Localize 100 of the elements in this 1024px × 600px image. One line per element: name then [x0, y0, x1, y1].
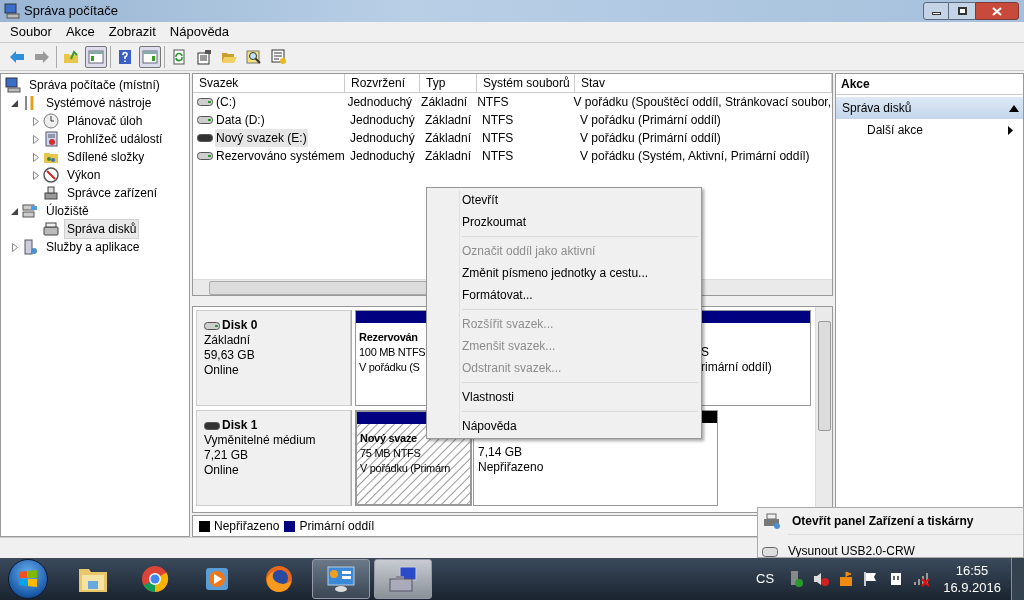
collapsed-arrow-icon[interactable]: [32, 170, 39, 180]
table-cell-text: NTFS: [481, 148, 515, 165]
column-header[interactable]: Systém souborů: [477, 74, 575, 92]
partition-name: Rezervován: [359, 330, 419, 345]
partition-details: 7,14 GB: [478, 445, 524, 460]
column-header[interactable]: Stav: [575, 74, 832, 92]
column-header[interactable]: Typ: [420, 74, 477, 92]
refresh-icon: [171, 48, 187, 65]
close-icon: [992, 6, 1002, 16]
menu-item[interactable]: Nápověda: [162, 22, 237, 42]
menu-item[interactable]: Akce: [58, 22, 102, 42]
toolbar-button[interactable]: [139, 45, 161, 68]
menu-item[interactable]: Soubor: [3, 22, 59, 42]
menu-item[interactable]: Vlastnosti: [427, 386, 701, 408]
tree-item[interactable]: Správa počítače (místní): [26, 75, 163, 95]
partition-name: Nový svaze: [360, 431, 418, 446]
expanded-arrow-icon[interactable]: [11, 207, 18, 215]
circle-logo-icon: [141, 565, 169, 593]
partition-header-bar: [356, 311, 426, 323]
tree-item[interactable]: Systémové nástroje: [43, 93, 155, 113]
partition-details: 100 MB NTFS: [359, 345, 426, 360]
minimize-button[interactable]: [923, 2, 949, 20]
collapse-arrow-icon: [1009, 104, 1019, 112]
warning-flag-icon[interactable]: [838, 571, 855, 587]
network-disconnected-icon[interactable]: [913, 571, 932, 587]
clock-time[interactable]: 16:55: [955, 562, 989, 579]
table-cell-text: Základní: [424, 112, 473, 129]
play-icon: [203, 565, 231, 593]
computer-icon: [4, 3, 20, 19]
action-item[interactable]: Další akce: [836, 119, 1023, 141]
table-cell[interactable]: Nový svazek (E:): [215, 129, 308, 147]
table-cell-text: Základní: [424, 148, 473, 165]
settings-icon: [271, 48, 287, 65]
tree-item[interactable]: Úložiště: [43, 201, 92, 221]
log-icon: [43, 131, 59, 147]
services-icon: [22, 239, 38, 255]
speaker-muted-icon[interactable]: [813, 571, 830, 587]
menu-item[interactable]: Formátovat...: [427, 284, 701, 306]
tree-item[interactable]: Sdílené složky: [64, 147, 148, 167]
clock-date[interactable]: 16.9.2016: [943, 579, 1001, 596]
language-indicator[interactable]: CS: [756, 569, 775, 589]
menu-item[interactable]: Změnit písmeno jednotky a cestu...: [427, 262, 701, 284]
partition[interactable]: Rezervován 100 MB NTFS V pořádku (S: [355, 310, 427, 406]
table-cell-text: V pořádku (Primární oddíl): [579, 112, 722, 129]
partition-status: rimární oddíl): [701, 360, 773, 375]
column-header[interactable]: Rozvržení: [345, 74, 420, 92]
taskbar-button[interactable]: [312, 559, 370, 599]
expanded-arrow-icon[interactable]: [11, 99, 18, 107]
tray-menu-item[interactable]: Otevřít panel Zařízení a tiskárny: [792, 512, 974, 530]
tree-item[interactable]: Správce zařízení: [64, 183, 161, 203]
collapsed-arrow-icon[interactable]: [11, 242, 18, 252]
tray-menu-item[interactable]: Vysunout USB2.0-CRW: [788, 541, 915, 557]
table-cell[interactable]: Rezervováno systémem: [215, 147, 346, 165]
table-cell-text: Jednoduchý: [346, 94, 414, 111]
menu-item[interactable]: Prozkoumat: [427, 211, 701, 233]
table-cell-text: Jednoduchý: [349, 112, 416, 129]
disk-management-icon: [43, 221, 59, 237]
table-cell-text: NTFS: [481, 130, 515, 147]
legend-label: Primární oddíl: [299, 518, 375, 535]
menu-item[interactable]: Otevřít: [427, 189, 701, 211]
disk-type: Základní: [204, 333, 252, 348]
partition-status: V pořádku (Primárn: [360, 461, 451, 476]
disk-type: Vyměnitelné médium: [204, 433, 317, 448]
collapsed-arrow-icon[interactable]: [32, 134, 39, 144]
collapsed-arrow-icon[interactable]: [32, 152, 39, 162]
properties-icon: [196, 48, 212, 65]
menu-item[interactable]: Zobrazit: [101, 22, 163, 42]
disk-name: Disk 0: [222, 318, 258, 333]
close-button[interactable]: [975, 2, 1019, 20]
start-button[interactable]: [8, 559, 48, 599]
tree-item[interactable]: Služby a aplikace: [43, 237, 143, 257]
partition-details: 75 MB NTFS: [360, 446, 422, 461]
actions-title: Akce: [836, 74, 1023, 95]
disk-size: 7,21 GB: [204, 448, 250, 463]
disk-size: 59,63 GB: [204, 348, 256, 363]
collapsed-arrow-icon[interactable]: [32, 116, 39, 126]
control-panel-icon: [326, 565, 356, 593]
tree-item[interactable]: Správa disků: [64, 219, 140, 239]
toolbar-button[interactable]: [85, 45, 107, 68]
table-cell[interactable]: Data (D:): [215, 111, 266, 129]
pane-icon: [142, 48, 158, 65]
tree-item[interactable]: Plánovač úloh: [64, 111, 146, 131]
disk-status: Online: [204, 463, 240, 478]
show-desktop-button[interactable]: [1011, 558, 1024, 600]
actions-section[interactable]: Správa disků: [836, 97, 1023, 119]
pane-icon: [88, 48, 104, 65]
table-cell-text: V pořádku (Spouštěcí oddíl, Stránkovací soubor,: [572, 94, 832, 111]
printer-icon: [763, 513, 781, 529]
partition-details: S: [701, 345, 710, 360]
table-cell-text: Jednoduchý: [349, 148, 416, 165]
tree-item[interactable]: Výkon: [64, 165, 104, 185]
drive-icon: [762, 546, 778, 557]
restore-button[interactable]: [949, 2, 975, 20]
window-title: Správa počítače: [24, 2, 118, 21]
table-cell[interactable]: (C:): [215, 93, 237, 111]
table-cell-text: V pořádku (Primární oddíl): [579, 130, 722, 147]
submenu-arrow-icon: [1008, 125, 1013, 135]
tree-item[interactable]: Prohlížeč událostí: [64, 129, 166, 149]
column-header[interactable]: Svazek: [193, 74, 345, 92]
usb-icon[interactable]: [788, 570, 805, 588]
